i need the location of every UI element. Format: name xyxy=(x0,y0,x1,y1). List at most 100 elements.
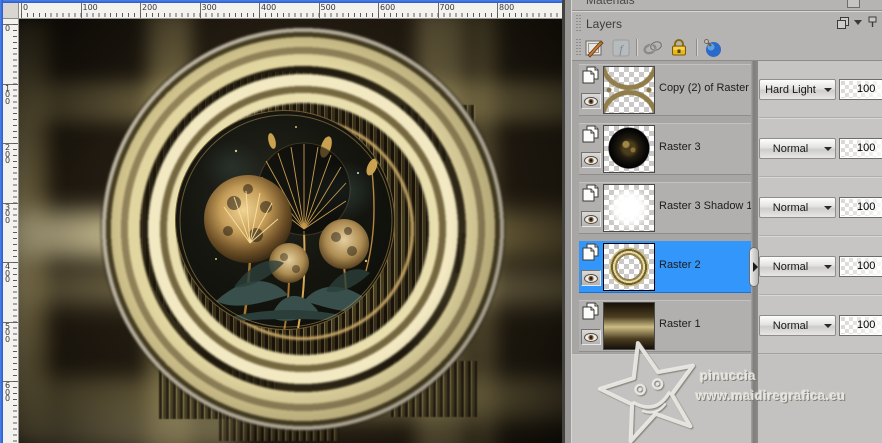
layer-row: Raster 2 Normal 100 xyxy=(579,241,882,292)
ruler-tick xyxy=(378,3,379,18)
layers-title: Layers xyxy=(586,17,623,31)
layer-thumbnail[interactable] xyxy=(603,125,655,173)
visibility-toggle[interactable] xyxy=(581,211,601,227)
row-separator xyxy=(759,118,882,119)
layer-thumbnail[interactable] xyxy=(603,302,655,350)
layer-entry[interactable]: Copy (2) of Raster 2 xyxy=(579,64,758,115)
eye-icon xyxy=(584,97,598,106)
eye-icon xyxy=(584,274,598,283)
ruler-tick xyxy=(437,3,439,18)
ruler-label: 500 xyxy=(320,3,336,12)
layer-row: Raster 3 Shadow 1 Normal 100 xyxy=(579,182,882,233)
list-divider xyxy=(572,353,882,355)
ruler-label: 0 xyxy=(23,3,29,12)
opacity-field[interactable]: 100 xyxy=(839,197,882,218)
panel-grip[interactable] xyxy=(576,39,578,55)
row-separator xyxy=(759,295,882,296)
blend-mode-select[interactable]: Normal xyxy=(759,315,836,336)
ruler-label: 600 xyxy=(380,3,396,12)
dandelion-illustration xyxy=(179,114,393,329)
ruler-label: 300 xyxy=(201,3,217,12)
layer-entry[interactable]: Raster 1 xyxy=(579,300,751,351)
thumbnail-image xyxy=(604,244,654,290)
lock-transparency-icon[interactable] xyxy=(668,37,690,59)
dropdown-arrow-icon[interactable] xyxy=(854,19,862,25)
panel-grip[interactable] xyxy=(579,39,581,55)
dropdown-arrow-icon xyxy=(821,147,835,151)
visibility-toggle[interactable] xyxy=(581,152,601,168)
thumbnail-image xyxy=(604,126,654,172)
blend-mode-select[interactable]: Normal xyxy=(759,197,836,218)
pin-icon[interactable] xyxy=(868,16,878,28)
layer-styles-icon-disabled: f xyxy=(612,39,630,57)
raster-layer-icon xyxy=(582,184,599,202)
opacity-field[interactable]: 100 xyxy=(839,256,882,277)
layers-toolbar: f xyxy=(572,36,882,60)
ruler-label: 800 xyxy=(499,3,515,12)
cascade-windows-icon[interactable] xyxy=(837,16,849,29)
blend-mode-select[interactable]: Hard Light xyxy=(759,79,836,100)
canvas-image[interactable] xyxy=(19,19,562,443)
ruler-tick xyxy=(497,3,498,18)
dropdown-arrow-icon xyxy=(821,324,835,328)
blend-mode-select[interactable]: Normal xyxy=(759,256,836,277)
panel-grip[interactable] xyxy=(579,15,581,31)
layer-entry[interactable]: Raster 3 xyxy=(579,123,751,174)
materials-title: Materials xyxy=(586,0,635,7)
eye-icon xyxy=(584,156,598,165)
layer-row: Raster 1 Normal 100 xyxy=(579,300,882,351)
layer-thumbnail[interactable] xyxy=(603,66,655,114)
visibility-toggle[interactable] xyxy=(581,329,601,345)
opacity-value: 100 xyxy=(857,201,876,213)
toolbar-separator xyxy=(696,39,697,56)
layers-list: Copy (2) of Raster 2 Hard Light 100 Rast… xyxy=(572,60,882,443)
raster-layer-icon xyxy=(582,125,599,143)
ruler-label: 500 xyxy=(5,321,11,344)
link-layers-icon[interactable] xyxy=(642,37,664,59)
blend-mode-value: Hard Light xyxy=(765,83,816,96)
visibility-toggle[interactable] xyxy=(581,93,601,109)
layers-palette: Materials Layers f Copy (2) of Raster 2 … xyxy=(571,0,882,443)
panel-grip[interactable] xyxy=(576,15,578,31)
column-splitter[interactable] xyxy=(749,61,759,443)
panel-empty-area xyxy=(572,355,882,443)
layer-row: Copy (2) of Raster 2 Hard Light 100 xyxy=(579,64,882,115)
layer-thumbnail[interactable] xyxy=(603,184,655,232)
blend-mode-select[interactable]: Normal xyxy=(759,138,836,159)
materials-panel-remnant: Materials xyxy=(572,0,882,11)
ruler-tick xyxy=(318,3,320,18)
layer-entry[interactable]: Raster 2 xyxy=(579,241,751,292)
ruler-tick xyxy=(140,3,141,18)
opacity-value: 100 xyxy=(857,142,876,154)
layer-entry[interactable]: Raster 3 Shadow 1 xyxy=(579,182,753,233)
layers-header: Layers xyxy=(572,11,882,36)
raster-layer-icon xyxy=(582,243,599,261)
ruler-label: 400 xyxy=(5,262,11,284)
thumbnail-image xyxy=(604,67,654,113)
ruler-tick xyxy=(21,3,22,18)
layer-row: Raster 3 Normal 100 xyxy=(579,123,882,174)
opacity-field[interactable]: 100 xyxy=(839,315,882,336)
ruler-label: 0 xyxy=(5,24,11,33)
ruler-corner-box xyxy=(3,3,19,19)
layer-thumbnail[interactable] xyxy=(603,243,655,291)
materials-panel-icon xyxy=(847,0,860,8)
edit-selection-icon[interactable] xyxy=(702,37,724,59)
opacity-value: 100 xyxy=(857,319,876,331)
splitter-handle[interactable] xyxy=(749,247,759,287)
thumbnail-image xyxy=(604,303,654,349)
new-raster-layer-icon[interactable] xyxy=(584,37,606,59)
thumbnail-image xyxy=(604,185,654,231)
ruler-label: 200 xyxy=(142,3,158,12)
opacity-value: 100 xyxy=(857,83,876,95)
image-window: 0 100 200 300 400 500 600 700 800 0 100 200 300 400 5… xyxy=(0,0,571,443)
ruler-label: 400 xyxy=(261,3,277,12)
opacity-field[interactable]: 100 xyxy=(839,79,882,100)
row-separator xyxy=(759,177,882,178)
layer-name: Copy (2) of Raster 2 xyxy=(659,82,759,94)
opacity-field[interactable]: 100 xyxy=(839,138,882,159)
visibility-toggle[interactable] xyxy=(581,270,601,286)
vertical-ruler: 0 100 200 300 400 500 600 xyxy=(3,19,19,443)
ruler-label: 100 xyxy=(82,3,98,12)
layer-name: Raster 3 Shadow 1 xyxy=(659,200,753,212)
